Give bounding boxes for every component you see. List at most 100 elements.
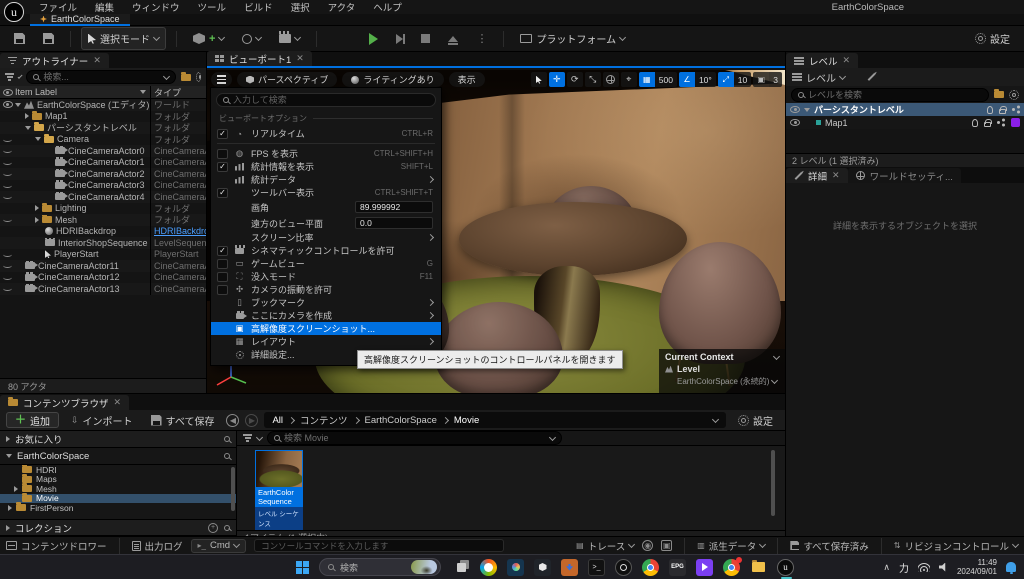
menu-item-camera-shake[interactable]: ✣カメラの振動を許可 xyxy=(211,283,441,296)
close-icon[interactable]: ✕ xyxy=(296,53,304,64)
eye-closed-icon[interactable] xyxy=(3,183,12,188)
outliner-row-hdribackdrop[interactable]: HDRIBackdropHDRIBackdrop xyxy=(0,226,206,238)
menu-actor[interactable]: アクタ xyxy=(319,0,365,14)
output-log-button[interactable]: 出力ログ xyxy=(132,539,183,553)
rotation-snap-value[interactable]: 10° xyxy=(695,72,716,87)
asset-search-input[interactable] xyxy=(284,433,546,443)
eye-icon[interactable] xyxy=(790,119,800,126)
back-button[interactable]: ◀ xyxy=(226,414,239,427)
breadcrumb-all[interactable]: All xyxy=(272,415,283,426)
chevron-down-icon[interactable] xyxy=(256,433,263,440)
breadcrumb-movie[interactable]: Movie xyxy=(454,415,479,426)
tree-item-maps[interactable]: Maps xyxy=(0,475,236,485)
menu-item-realtime[interactable]: ◔リアルタイムCTRL+R xyxy=(211,127,441,140)
asset-search[interactable] xyxy=(267,431,562,445)
gear-icon[interactable] xyxy=(196,72,201,82)
breadcrumb-earthcolorspace[interactable]: EarthColorSpace xyxy=(365,415,437,426)
installer-app-icon[interactable] xyxy=(561,559,578,576)
save-button[interactable] xyxy=(8,30,31,47)
column-item-label[interactable]: Item Label xyxy=(15,87,140,97)
menu-item-stats-data[interactable]: 統計データ xyxy=(211,173,441,186)
lighting-scenario-icon[interactable] xyxy=(972,119,978,127)
level-color-swatch[interactable] xyxy=(1011,118,1020,127)
collapse-icon[interactable] xyxy=(25,113,29,119)
tab-viewport1[interactable]: ビューポート1 ✕ xyxy=(207,51,312,66)
eye-closed-icon[interactable] xyxy=(3,137,12,142)
movies-tv-icon[interactable] xyxy=(696,559,713,576)
levels-search[interactable] xyxy=(791,88,989,102)
add-collection-icon[interactable]: + xyxy=(208,523,218,533)
menu-search-input[interactable] xyxy=(233,95,429,105)
photos-app-icon[interactable] xyxy=(507,559,524,576)
outliner-row-playerstart[interactable]: PlayerStartPlayerStart xyxy=(0,249,206,261)
eye-closed-icon[interactable] xyxy=(3,171,12,176)
menu-build[interactable]: ビルド xyxy=(235,0,282,14)
menu-item-layouts[interactable]: ▦レイアウト xyxy=(211,335,441,348)
eye-closed-icon[interactable] xyxy=(3,160,12,165)
rotate-tool-button[interactable]: ⟳ xyxy=(567,72,583,87)
eye-icon[interactable] xyxy=(3,101,13,108)
menu-help[interactable]: ヘルプ xyxy=(364,0,411,14)
menu-item-show-toolbar[interactable]: ツールバー表示CTRL+SHIFT+T xyxy=(211,186,441,199)
lock-icon[interactable] xyxy=(999,109,1006,114)
tab-details[interactable]: 詳細 ✕ xyxy=(786,168,848,183)
ime-indicator[interactable]: 力 xyxy=(899,560,909,575)
tab-outliner[interactable]: アウトライナー ✕ xyxy=(0,53,109,68)
settings-dropdown[interactable]: 設定 xyxy=(969,28,1016,49)
blueprints-button[interactable] xyxy=(236,31,267,47)
collapse-icon[interactable] xyxy=(35,205,39,211)
tree-root-header[interactable]: EarthColorSpace xyxy=(0,448,236,465)
platforms-dropdown[interactable]: プラットフォーム xyxy=(514,28,631,49)
cinematics-button[interactable] xyxy=(273,31,306,46)
menu-item-show-fps[interactable]: ◍FPS を表示CTRL+SHIFT+H xyxy=(211,147,441,160)
checkbox-unchecked[interactable] xyxy=(217,149,228,159)
expand-icon[interactable] xyxy=(804,108,810,112)
trace-snapshot-icon[interactable]: ▣ xyxy=(661,540,672,551)
checkbox-checked[interactable] xyxy=(217,246,228,256)
outliner-row-lighting[interactable]: Lightingフォルダ xyxy=(0,203,206,215)
frame-skip-button[interactable] xyxy=(390,31,409,47)
outliner-row-cinecamera2[interactable]: CineCameraActor2CineCameraActo xyxy=(0,168,206,180)
cube-app-icon[interactable] xyxy=(534,559,551,576)
menu-item-high-res-screenshot[interactable]: ▣高解像度スクリーンショット... xyxy=(211,322,441,335)
fov-input[interactable] xyxy=(355,201,433,213)
grid-snap-value[interactable]: 500 xyxy=(655,72,677,87)
scale-snap-control[interactable]: ⤢10 xyxy=(718,72,751,87)
outliner-row-cinecamera13[interactable]: CineCameraActor13CineCameraActo xyxy=(0,283,206,295)
epic-games-icon[interactable]: EPG xyxy=(669,559,686,576)
source-control-save-button[interactable] xyxy=(37,30,60,47)
show-dropdown[interactable]: 表示 xyxy=(449,72,485,87)
checkbox-unchecked[interactable] xyxy=(217,272,228,282)
outliner-row-cinecamera11[interactable]: CineCameraActor11CineCameraActo xyxy=(0,260,206,272)
tab-content-browser[interactable]: コンテンツブラウザ ✕ xyxy=(0,395,129,410)
menu-item-create-camera-here[interactable]: ここにカメラを作成 xyxy=(211,309,441,322)
eject-button[interactable] xyxy=(442,33,464,45)
move-tool-button[interactable]: ✛ xyxy=(549,72,565,87)
search-icon[interactable] xyxy=(224,436,230,442)
change-streaming-icon[interactable] xyxy=(1012,106,1020,114)
menu-item-show-stats[interactable]: 統計情報を表示SHIFT+L xyxy=(211,160,441,173)
tab-levels[interactable]: レベル ✕ xyxy=(786,53,858,68)
notification-bell-icon[interactable] xyxy=(1006,562,1016,572)
menu-tools[interactable]: ツール xyxy=(189,0,236,14)
expand-icon[interactable] xyxy=(35,137,41,141)
chevron-down-icon[interactable] xyxy=(18,73,23,78)
search-icon[interactable] xyxy=(224,525,230,531)
trace-record-icon[interactable]: ◉ xyxy=(642,540,653,551)
filter-icon[interactable] xyxy=(243,434,252,441)
unreal-engine-taskbar-icon[interactable]: u xyxy=(777,559,794,576)
scale-tool-button[interactable]: ⤡ xyxy=(585,72,601,87)
level-row-persistent[interactable]: パーシスタントレベル xyxy=(786,103,1024,116)
eye-closed-icon[interactable] xyxy=(3,148,12,153)
new-folder-icon[interactable] xyxy=(181,74,191,81)
outliner-row-cinecamera3[interactable]: CineCameraActor3CineCameraActo xyxy=(0,180,206,192)
row-type-link[interactable]: HDRIBackdrop xyxy=(150,226,206,238)
menu-item-screen-percentage[interactable]: スクリーン比率 xyxy=(211,231,441,244)
visibility-column-icon[interactable] xyxy=(3,89,13,96)
outliner-row-world[interactable]: EarthColorSpace (エディタ)ワールド xyxy=(0,99,206,111)
camera-speed-control[interactable]: ▣3 xyxy=(753,72,782,87)
content-drawer-button[interactable]: コンテンツドロワー xyxy=(6,539,107,553)
menu-file[interactable]: ファイル xyxy=(30,0,86,14)
viewport-options-button[interactable] xyxy=(211,72,232,87)
tree-item-mesh[interactable]: Mesh xyxy=(0,484,236,494)
